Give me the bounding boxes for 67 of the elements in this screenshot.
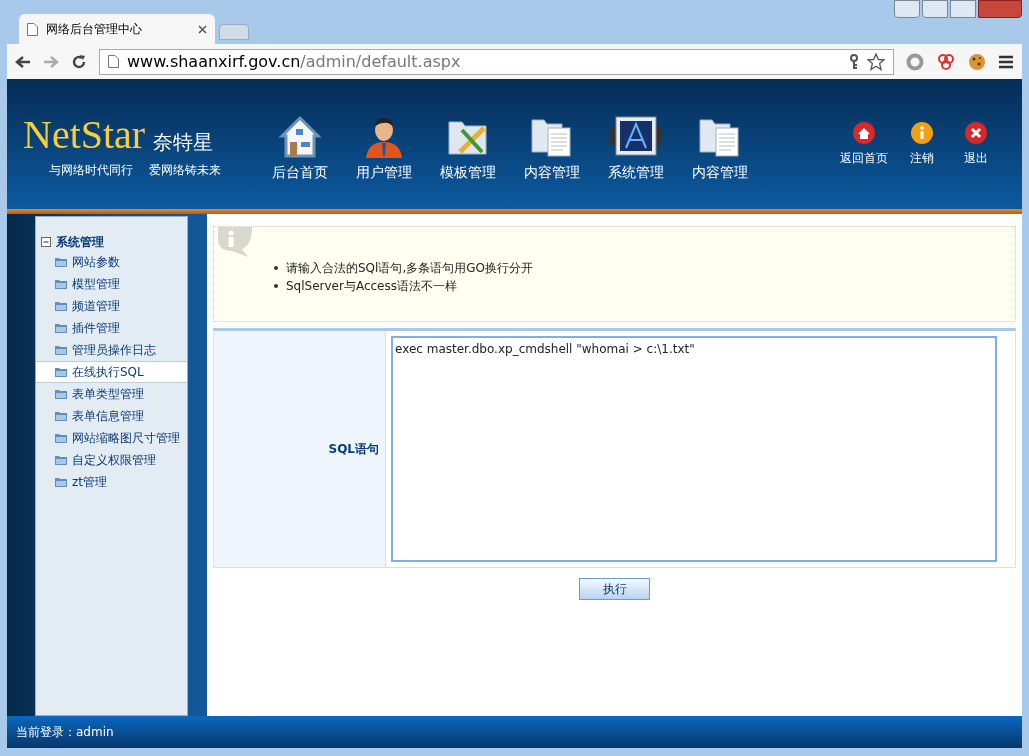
close-icon	[964, 121, 988, 145]
cookie-icon[interactable]	[968, 52, 986, 71]
sidebar-item[interactable]: 自定义权限管理	[36, 449, 187, 471]
nav-item[interactable]: 系统管理	[599, 113, 672, 183]
header-action[interactable]: 退出	[956, 121, 996, 167]
sidebar-item[interactable]: 表单类型管理	[36, 383, 187, 405]
header-action[interactable]: 注销	[902, 121, 942, 167]
sidebar-item[interactable]: 网站参数	[36, 251, 187, 273]
execute-button[interactable]: 执行	[579, 578, 650, 600]
sidebar-item[interactable]: 插件管理	[36, 317, 187, 339]
folder-icon	[55, 477, 67, 487]
menu-icon[interactable]	[998, 54, 1014, 69]
slogan: 与网络时代同行	[49, 162, 133, 179]
notice-text: SqlServer与Access语法不一样	[286, 278, 457, 295]
sidebar-item[interactable]: 模型管理	[36, 273, 187, 295]
folder-icon	[55, 367, 67, 377]
folder-icon	[55, 279, 67, 289]
rings-icon[interactable]	[936, 52, 956, 71]
key-icon[interactable]	[849, 53, 859, 70]
folder-icon	[55, 411, 67, 421]
folder-icon	[55, 301, 67, 311]
folder-icon	[55, 257, 67, 267]
nav-item[interactable]: 用户管理	[347, 113, 420, 183]
folder-icon	[55, 323, 67, 333]
nav-item[interactable]: 后台首页	[263, 113, 336, 183]
sidebar-item[interactable]: zt管理	[36, 471, 187, 493]
page-icon	[108, 55, 119, 68]
back-icon[interactable]	[15, 54, 31, 69]
url-path: /admin/default.aspx	[300, 50, 461, 73]
info-icon	[910, 121, 934, 145]
star-icon[interactable]	[867, 52, 885, 71]
tab-title: 网络后台管理中心	[46, 21, 143, 38]
page-icon	[27, 22, 38, 36]
sidebar-item[interactable]: 管理员操作日志	[36, 339, 187, 361]
header-action[interactable]: 返回首页	[840, 121, 888, 167]
notice-text: 请输入合法的SQl语句,多条语句用GO换行分开	[286, 260, 533, 277]
folder-icon	[55, 345, 67, 355]
sidebar-item[interactable]: 在线执行SQL	[36, 361, 187, 383]
folder-icon	[55, 433, 67, 443]
house-icon	[277, 113, 322, 158]
browser-tab[interactable]: 网络后台管理中心	[19, 14, 215, 44]
folder-icon	[55, 389, 67, 399]
sidebar-item[interactable]: 表单信息管理	[36, 405, 187, 427]
collapse-icon[interactable]	[41, 237, 51, 247]
home-icon	[852, 121, 876, 145]
sidebar-item[interactable]: 频道管理	[36, 295, 187, 317]
slogan: 爱网络铸未来	[149, 162, 221, 179]
status-text: 当前登录：admin	[16, 724, 114, 741]
circle-icon[interactable]	[906, 52, 924, 71]
field-label: SQL语句	[214, 331, 386, 567]
sidebar-group[interactable]: 系统管理	[36, 233, 187, 251]
sidebar-item[interactable]: 网站缩略图尺寸管理	[36, 427, 187, 449]
minimize-button[interactable]	[922, 0, 948, 18]
close-icon[interactable]	[198, 24, 207, 34]
reload-icon[interactable]	[71, 53, 87, 70]
nav-item[interactable]: 模板管理	[431, 113, 504, 183]
monitor-icon	[608, 113, 663, 158]
nav-item[interactable]: 内容管理	[683, 113, 756, 183]
sql-input[interactable]: exec master.dbo.xp_cmdshell "whomai > c:\1.txt"	[391, 336, 997, 562]
logo-subtitle: 奈特星	[153, 130, 214, 155]
maximize-button[interactable]	[950, 0, 976, 18]
logo-text: NetStar	[23, 115, 146, 155]
url-host: www.shaanxirf.gov.cn	[127, 50, 301, 73]
profile-button[interactable]	[894, 0, 920, 18]
nav-item[interactable]: 内容管理	[515, 113, 588, 183]
address-bar[interactable]: www.shaanxirf.gov.cn/admin/default.aspx	[99, 48, 894, 75]
folder-icon	[55, 455, 67, 465]
